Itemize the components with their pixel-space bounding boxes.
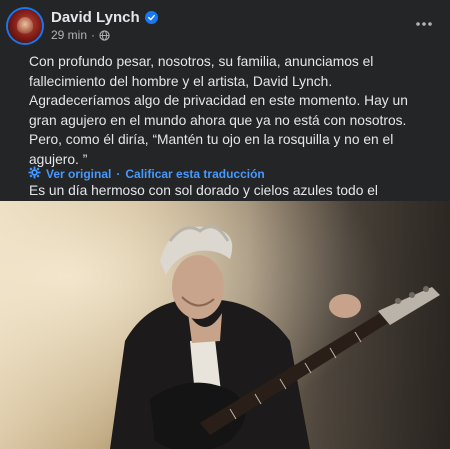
translate-gear-icon <box>28 166 41 182</box>
see-original-link[interactable]: Ver original <box>46 167 111 181</box>
more-options-icon[interactable] <box>412 12 436 36</box>
translation-separator: · <box>116 167 121 181</box>
rate-translation-link[interactable]: Calificar esta traducción <box>125 167 264 181</box>
verified-badge-icon <box>144 11 158 24</box>
translation-row: Ver original · Calificar esta traducción <box>28 166 265 182</box>
post-time[interactable]: 29 min <box>51 28 87 42</box>
photo-illustration <box>0 201 450 449</box>
author-name-row: David Lynch <box>51 9 158 26</box>
post-photo[interactable] <box>0 201 450 449</box>
post-paragraph-1: Con profundo pesar, nosotros, su familia… <box>29 54 408 167</box>
post-header: David Lynch 29 min · <box>0 0 450 48</box>
author-avatar[interactable] <box>8 9 42 43</box>
meta-separator: · <box>91 28 96 42</box>
globe-icon <box>99 29 110 41</box>
post-meta: 29 min · <box>51 28 110 42</box>
author-name[interactable]: David Lynch <box>51 9 140 26</box>
